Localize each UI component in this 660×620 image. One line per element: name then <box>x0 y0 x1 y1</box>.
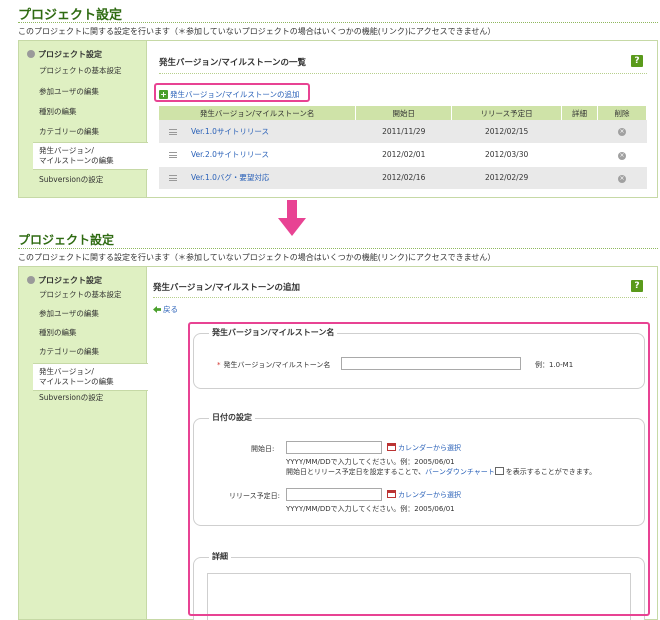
drag-handle-icon[interactable] <box>169 175 177 181</box>
table-row: Ver.1.0サイトリリース 2011/11/29 2012/02/15 × <box>159 120 647 144</box>
section-title: 発生バージョン/マイルストーンの一覧 <box>159 58 307 68</box>
detail-cell <box>561 143 598 167</box>
release-date: 2012/02/15 <box>451 120 562 144</box>
title-divider-bottom <box>18 248 658 249</box>
title-divider <box>18 22 658 23</box>
page-description-bottom: このプロジェクトに関する設定を行います（＊参加していないプロジェクトの場合はいく… <box>18 253 496 262</box>
highlight-add-form <box>188 322 650 616</box>
delete-icon[interactable]: × <box>618 151 627 160</box>
sidebar-item-milestones[interactable]: 発生バージョン/ マイルストーンの編集 <box>33 142 148 170</box>
back-arrow-icon <box>153 306 161 313</box>
sidebar-item-types[interactable]: 種別の編集 <box>39 107 77 117</box>
settings-sidebar-bottom: プロジェクト設定 プロジェクトの基本設定 参加ユーザの編集 種別の編集 カテゴリ… <box>19 267 148 619</box>
col-header-name: 発生バージョン/マイルストーン名 <box>159 106 357 120</box>
section-divider <box>153 297 647 298</box>
col-header-delete: 削除 <box>597 106 647 120</box>
settings-sidebar: プロジェクト設定 プロジェクトの基本設定 参加ユーザの編集 種別の編集 カテゴリ… <box>19 41 148 197</box>
sidebar-item-basic-settings[interactable]: プロジェクトの基本設定 <box>39 290 122 300</box>
delete-icon[interactable]: × <box>618 174 627 183</box>
sidebar-item-users[interactable]: 参加ユーザの編集 <box>39 309 99 319</box>
gear-icon <box>27 50 35 58</box>
start-date: 2012/02/16 <box>355 166 452 190</box>
transition-arrow-icon <box>278 218 306 236</box>
gear-icon <box>27 276 35 284</box>
sidebar-item-categories[interactable]: カテゴリーの編集 <box>39 127 99 137</box>
milestone-name-link[interactable]: Ver.2.0サイトリリース <box>191 150 269 159</box>
page-title: プロジェクト設定 <box>18 8 123 23</box>
table-row: Ver.1.0バグ・要望対応 2012/02/16 2012/02/29 × <box>159 166 647 190</box>
section-divider <box>159 73 647 74</box>
transition-arrow-shaft <box>287 200 297 218</box>
sidebar-item-subversion[interactable]: Subversionの設定 <box>39 393 103 403</box>
start-date: 2011/11/29 <box>355 120 452 144</box>
milestone-table: 発生バージョン/マイルストーン名 開始日 リリース予定日 詳細 削除 Ver.1… <box>159 106 647 190</box>
table-row: Ver.2.0サイトリリース 2012/02/01 2012/03/30 × <box>159 143 647 167</box>
sidebar-item-users[interactable]: 参加ユーザの編集 <box>39 87 99 97</box>
release-date: 2012/02/29 <box>451 166 562 190</box>
sidebar-item-types[interactable]: 種別の編集 <box>39 328 77 338</box>
sidebar-item-milestones[interactable]: 発生バージョン/ マイルストーンの編集 <box>33 363 148 391</box>
start-date: 2012/02/01 <box>355 143 452 167</box>
drag-handle-icon[interactable] <box>169 128 177 135</box>
help-icon[interactable]: ? <box>631 280 643 292</box>
detail-cell <box>561 120 598 144</box>
col-header-start: 開始日 <box>355 106 453 120</box>
sidebar-item-subversion[interactable]: Subversionの設定 <box>39 175 103 185</box>
sidebar-item-categories[interactable]: カテゴリーの編集 <box>39 347 99 357</box>
drag-handle-icon[interactable] <box>169 152 177 158</box>
milestone-name-link[interactable]: Ver.1.0サイトリリース <box>191 127 269 136</box>
help-icon[interactable]: ? <box>631 55 643 67</box>
back-link[interactable]: 戻る <box>153 304 178 315</box>
sidebar-heading: プロジェクト設定 <box>27 275 102 286</box>
col-header-release: リリース予定日 <box>451 106 563 120</box>
sidebar-item-basic-settings[interactable]: プロジェクトの基本設定 <box>39 66 122 76</box>
section-title: 発生バージョン/マイルストーンの追加 <box>153 283 301 293</box>
detail-cell <box>561 166 598 190</box>
release-date: 2012/03/30 <box>451 143 562 167</box>
settings-panel-top: プロジェクト設定 プロジェクトの基本設定 参加ユーザの編集 種別の編集 カテゴリ… <box>18 40 658 198</box>
page-description: このプロジェクトに関する設定を行います（＊参加していないプロジェクトの場合はいく… <box>18 27 496 36</box>
delete-icon[interactable]: × <box>618 128 627 137</box>
page-title-bottom: プロジェクト設定 <box>18 233 115 247</box>
milestone-name-link[interactable]: Ver.1.0バグ・要望対応 <box>191 173 269 182</box>
col-header-detail: 詳細 <box>561 106 599 120</box>
highlight-add-link <box>154 83 310 102</box>
sidebar-heading: プロジェクト設定 <box>27 49 102 60</box>
